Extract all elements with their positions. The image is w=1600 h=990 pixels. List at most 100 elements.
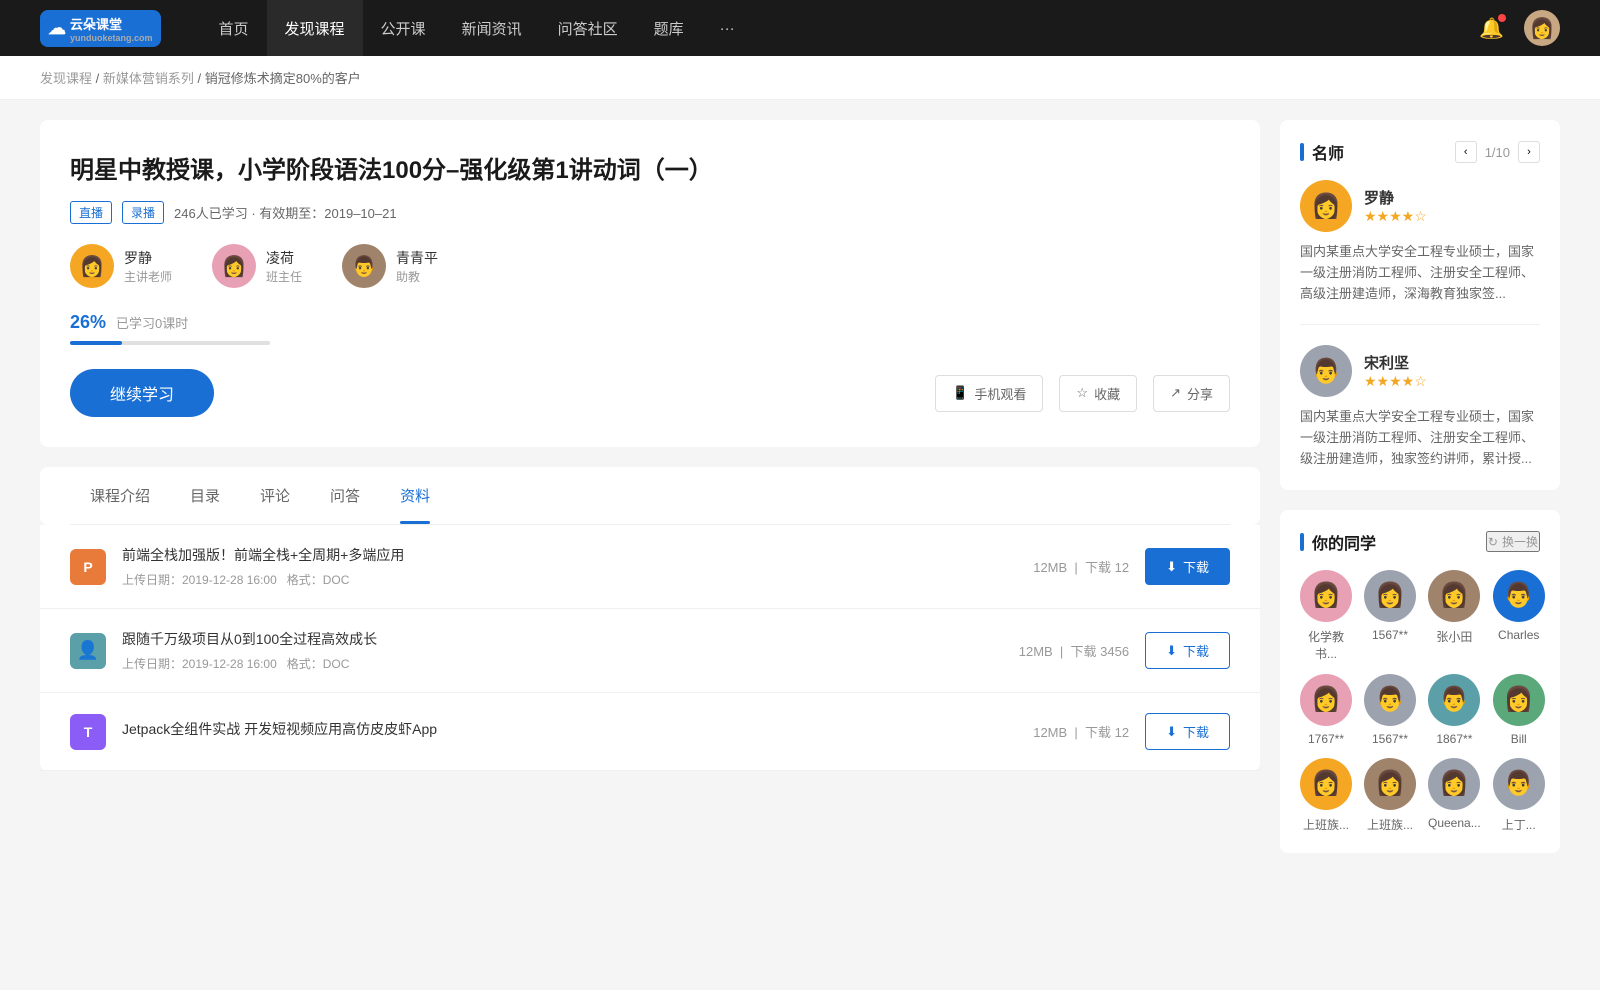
download-button-1[interactable]: ⬇ 下载 (1145, 632, 1230, 669)
mobile-icon: 📱 (952, 385, 968, 401)
teacher-0-name: 罗静 (124, 248, 172, 268)
teacher-0-avatar: 👩 (70, 244, 114, 288)
classmate-2[interactable]: 👩 张小田 (1428, 570, 1481, 662)
breadcrumb-discover[interactable]: 发现课程 (40, 71, 92, 86)
classmate-name-4: 1767** (1308, 732, 1344, 746)
teacher-2-name: 青青平 (396, 248, 438, 268)
classmate-name-2: 张小田 (1436, 628, 1472, 645)
nav-discover[interactable]: 发现课程 (267, 0, 363, 56)
logo-icon: ☁ (48, 18, 66, 39)
classmate-name-10: Queena... (1428, 816, 1481, 830)
download-button-0[interactable]: ⬇ 下载 (1145, 548, 1230, 585)
teacher-card-stars-1: ★★★★☆ (1364, 373, 1427, 390)
course-badges: 直播 录播 246人已学习 · 有效期至：2019–10–21 (70, 201, 1230, 224)
classmate-avatar-4: 👩 (1300, 674, 1352, 726)
classmate-7[interactable]: 👩 Bill (1493, 674, 1545, 746)
classmate-8[interactable]: 👩 上班族... (1300, 758, 1352, 833)
classmate-5[interactable]: 👨 1567** (1364, 674, 1416, 746)
share-button[interactable]: ↗ 分享 (1153, 375, 1230, 412)
title-bar-accent-2 (1300, 533, 1304, 551)
classmate-avatar-5: 👨 (1364, 674, 1416, 726)
nav-more[interactable]: ··· (702, 0, 753, 56)
teacher-card-desc-0: 国内某重点大学安全工程专业硕士，国家一级注册消防工程师、注册安全工程师、高级注册… (1300, 242, 1540, 304)
refresh-classmates-button[interactable]: ↻ 换一换 (1486, 531, 1540, 552)
download-icon-0: ⬇ (1166, 559, 1177, 575)
nav-open[interactable]: 公开课 (363, 0, 444, 56)
tab-resource[interactable]: 资料 (380, 467, 450, 524)
teacher-card-avatar-1: 👨 (1300, 345, 1352, 397)
teacher-card-0: 👩 罗静 ★★★★☆ 国内某重点大学安全工程专业硕士，国家一级注册消防工程师、注… (1300, 180, 1540, 325)
breadcrumb: 发现课程 / 新媒体营销系列 / 销冠修炼术摘定80%的客户 (0, 56, 1600, 100)
resource-name-2: Jetpack全组件实战 开发短视频应用高仿皮皮虾App (122, 719, 1017, 739)
page-next-button[interactable]: › (1518, 141, 1540, 163)
classmate-6[interactable]: 👨 1867** (1428, 674, 1481, 746)
right-sidebar: 名师 ‹ 1/10 › 👩 罗静 ★★★★☆ (1280, 120, 1560, 873)
tab-catalog[interactable]: 目录 (170, 467, 240, 524)
classmate-10[interactable]: 👩 Queena... (1428, 758, 1481, 833)
user-avatar[interactable]: 👩 (1524, 10, 1560, 46)
resource-icon-1: 👤 (70, 633, 106, 669)
classmates-title: 你的同学 ↻ 换一换 (1300, 530, 1540, 554)
refresh-icon: ↻ (1488, 535, 1498, 549)
left-content: 明星中教授课，小学阶段语法100分–强化级第1讲动词（一） 直播 录播 246人… (40, 120, 1260, 873)
nav-home[interactable]: 首页 (201, 0, 267, 56)
resource-meta-0: 上传日期：2019-12-28 16:00 格式：DOC (122, 571, 1017, 588)
breadcrumb-series[interactable]: 新媒体营销系列 (103, 71, 194, 86)
progress-header: 26% 已学习0课时 (70, 312, 1230, 333)
classmate-0[interactable]: 👩 化学教书... (1300, 570, 1352, 662)
classmate-avatar-0: 👩 (1300, 570, 1352, 622)
teacher-0-role: 主讲老师 (124, 268, 172, 285)
nav-news[interactable]: 新闻资讯 (444, 0, 540, 56)
mobile-watch-button[interactable]: 📱 手机观看 (935, 375, 1043, 412)
classmates-card: 你的同学 ↻ 换一换 👩 化学教书... (1280, 510, 1560, 853)
teacher-2-role: 助教 (396, 268, 438, 285)
logo-area[interactable]: ☁ 云朵课堂 yunduoketang.com (40, 10, 161, 47)
title-bar-accent (1300, 143, 1304, 161)
classmate-name-5: 1567** (1372, 732, 1408, 746)
progress-label: 已学习0课时 (116, 313, 188, 332)
nav-quiz[interactable]: 题库 (636, 0, 702, 56)
classmate-avatar-9: 👩 (1364, 758, 1416, 810)
resource-name-1: 跟随千万级项目从0到100全过程高效成长 (122, 629, 1003, 649)
page-prev-button[interactable]: ‹ (1455, 141, 1477, 163)
resource-info-1: 跟随千万级项目从0到100全过程高效成长 上传日期：2019-12-28 16:… (122, 629, 1003, 672)
course-title: 明星中教授课，小学阶段语法100分–强化级第1讲动词（一） (70, 150, 1230, 185)
teacher-1-role: 班主任 (266, 268, 302, 285)
resource-name-0: 前端全栈加强版！前端全栈+全周期+多端应用 (122, 545, 1017, 565)
tabs: 课程介绍 目录 评论 问答 资料 (70, 467, 1230, 525)
classmate-avatar-2: 👩 (1428, 570, 1480, 622)
classmate-avatar-11: 👨 (1493, 758, 1545, 810)
classmate-name-9: 上班族... (1367, 816, 1413, 833)
resource-item-0: P 前端全栈加强版！前端全栈+全周期+多端应用 上传日期：2019-12-28 … (40, 525, 1260, 609)
classmate-avatar-7: 👩 (1493, 674, 1545, 726)
course-meta: 246人已学习 · 有效期至：2019–10–21 (174, 203, 397, 222)
classmate-9[interactable]: 👩 上班族... (1364, 758, 1416, 833)
resource-stats-1: 12MB | 下载 3456 (1019, 641, 1129, 660)
tab-intro[interactable]: 课程介绍 (70, 467, 170, 524)
classmate-avatar-10: 👩 (1428, 758, 1480, 810)
continue-study-button[interactable]: 继续学习 (70, 369, 214, 417)
logo-sub: yunduoketang.com (70, 33, 153, 43)
progress-percent: 26% (70, 312, 106, 333)
tab-review[interactable]: 评论 (240, 467, 310, 524)
nav-qa[interactable]: 问答社区 (540, 0, 636, 56)
teacher-1-name: 凌荷 (266, 248, 302, 268)
classmate-4[interactable]: 👩 1767** (1300, 674, 1352, 746)
progress-bar-fill (70, 341, 122, 345)
classmate-11[interactable]: 👨 上丁... (1493, 758, 1545, 833)
collect-button[interactable]: ☆ 收藏 (1059, 375, 1137, 412)
classmate-name-11: 上丁... (1502, 816, 1536, 833)
classmate-3[interactable]: 👨 Charles (1493, 570, 1545, 662)
download-button-2[interactable]: ⬇ 下载 (1145, 713, 1230, 750)
teacher-1: 👩 凌荷 班主任 (212, 244, 302, 288)
tab-qa[interactable]: 问答 (310, 467, 380, 524)
teacher-2: 👨 青青平 助教 (342, 244, 438, 288)
badge-record: 录播 (122, 201, 164, 224)
notification-bell[interactable]: 🔔 (1479, 16, 1504, 41)
classmate-name-3: Charles (1498, 628, 1539, 642)
classmate-1[interactable]: 👩 1567** (1364, 570, 1416, 662)
classmate-name-6: 1867** (1436, 732, 1472, 746)
resource-stats-2: 12MB | 下载 12 (1033, 722, 1129, 741)
classmate-avatar-6: 👨 (1428, 674, 1480, 726)
teacher-card-header-1: 👨 宋利坚 ★★★★☆ (1300, 345, 1540, 397)
